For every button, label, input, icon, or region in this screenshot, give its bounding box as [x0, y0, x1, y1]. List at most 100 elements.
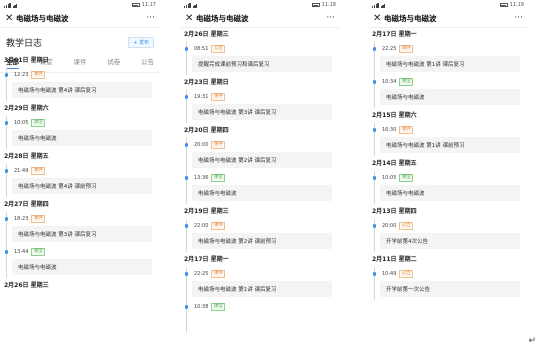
entry-type-badge: 课堂 — [399, 78, 414, 86]
entry-time-row: 16:30 课件 — [382, 126, 414, 134]
entry-card[interactable]: 电磁场与电磁波 第2讲 课后复习 — [192, 152, 332, 168]
entry-time: 13:44 — [14, 249, 29, 255]
title-bar: ✕ 电磁场与电磁波 ··· — [180, 10, 340, 28]
entry-time: 10:38 — [194, 304, 209, 310]
return-icon: ↵ — [528, 336, 536, 346]
tab-3[interactable]: 试卷 — [107, 56, 120, 69]
date-heading: 2月29日 星期六 — [4, 105, 49, 112]
timeline-dot — [184, 143, 188, 147]
entry-time: 16:30 — [382, 127, 397, 133]
entry-time: 21:49 — [14, 168, 29, 174]
entry-card[interactable]: 电磁场与电磁波 第1讲 课前预习 — [380, 137, 520, 153]
date-heading: 2月23日 星期日 — [184, 79, 229, 86]
entry-time-row: 13:36 课堂 — [194, 174, 226, 182]
entry-type-badge: 课件 — [211, 141, 226, 149]
entry-time: 22:00 — [194, 223, 209, 229]
status-time: 11:17 — [141, 2, 156, 8]
entry-card[interactable]: 电磁场与电磁波 第1讲 课后复习 — [192, 281, 332, 297]
tab-2[interactable]: 课件 — [74, 56, 87, 69]
entry-card[interactable]: 电磁场与电磁波 — [12, 130, 152, 146]
date-heading: 2月19日 星期三 — [184, 208, 229, 215]
entry-time: 19:31 — [194, 94, 209, 100]
entry-time: 10:49 — [382, 271, 397, 277]
entry-type-badge: 课件 — [31, 167, 46, 175]
signal-icon — [4, 2, 11, 8]
publish-button[interactable]: + 发布 — [128, 37, 154, 48]
status-right: 11:19 — [499, 2, 524, 8]
entry-time: 08:51 — [194, 46, 209, 52]
entry-card[interactable]: 提醒完成课前预习和课后复习 — [192, 56, 332, 72]
entry-card[interactable]: 电磁场与电磁波 第2讲 课前预习 — [192, 233, 332, 249]
entry-type-badge: 课堂 — [31, 248, 46, 256]
entry-card[interactable]: 开学前第一次公告 — [380, 281, 520, 297]
signal-icon — [184, 2, 191, 8]
entry-card[interactable]: 电磁场与电磁波 — [380, 89, 520, 105]
entry-time-row: 10:34 课堂 — [382, 78, 414, 86]
entry-time: 20:00 — [194, 142, 209, 148]
entry-type-badge: 公告 — [399, 222, 414, 230]
close-icon[interactable]: ✕ — [373, 13, 384, 24]
status-bar: 11:19 — [368, 0, 528, 10]
entry-time-row: 10:49 公告 — [382, 270, 414, 278]
entry-type-badge: 公告 — [211, 45, 226, 53]
timeline-dot — [372, 272, 376, 276]
timeline-dot — [184, 176, 188, 180]
date-heading: 2月26日 星期三 — [4, 282, 49, 289]
close-icon[interactable]: ✕ — [185, 13, 196, 24]
timeline-dot — [4, 169, 8, 173]
entry-time: 22:25 — [194, 271, 209, 277]
date-heading: 2月15日 星期六 — [372, 112, 417, 119]
date-heading: 2月13日 星期四 — [372, 208, 417, 215]
wifi-icon — [192, 3, 198, 8]
entry-type-badge: 课件 — [31, 215, 46, 223]
entry-time: 13:36 — [194, 175, 209, 181]
more-menu-icon[interactable]: ··· — [514, 14, 523, 23]
entry-time: 20:00 — [382, 223, 397, 229]
entry-type-badge: 课堂 — [399, 174, 414, 182]
entry-card[interactable]: 电磁场与电磁波 — [192, 185, 332, 201]
status-right: 11:17 — [131, 2, 156, 8]
tab-4[interactable]: 公告 — [141, 56, 154, 69]
timeline-dot — [372, 47, 376, 51]
close-icon[interactable]: ✕ — [5, 13, 16, 24]
date-heading: 2月20日 星期四 — [184, 127, 229, 134]
more-menu-icon[interactable]: ··· — [326, 14, 335, 23]
title-bar: ✕ 电磁场与电磁波 ··· — [368, 10, 528, 28]
window-title: 电磁场与电磁波 — [16, 14, 69, 23]
timeline-dot — [4, 73, 8, 77]
phone-screen-3: 11:19 ✕ 电磁场与电磁波 ··· 2月17日 星期一 22:25 课件 电磁场与电磁波 … — [368, 0, 528, 348]
entry-card[interactable]: 电磁场与电磁波 第4讲 课后复习 — [12, 82, 152, 98]
entry-type-badge: 课件 — [399, 126, 414, 134]
entry-type-badge: 课件 — [211, 270, 226, 278]
entry-time: 12:23 — [14, 72, 29, 78]
date-heading: 2月14日 星期五 — [372, 160, 417, 167]
entry-card[interactable]: 电磁场与电磁波 第3讲 课后复习 — [12, 226, 152, 242]
entry-card[interactable]: 电磁场与电磁波 — [12, 259, 152, 275]
date-heading: 2月11日 星期二 — [372, 256, 417, 263]
timeline-dot — [184, 224, 188, 228]
entry-time-row: 22:25 课件 — [382, 45, 414, 53]
more-menu-icon[interactable]: ··· — [146, 14, 155, 23]
entry-time-row: 10:05 课堂 — [14, 119, 46, 127]
timeline-dot — [372, 128, 376, 132]
wifi-icon — [380, 3, 386, 8]
entry-card[interactable]: 电磁场与电磁波 第1讲 课后复习 — [380, 56, 520, 72]
timeline-dot — [4, 250, 8, 254]
entry-time-row: 12:23 课件 — [14, 71, 46, 79]
entry-card[interactable]: 电磁场与电磁波 — [380, 185, 520, 201]
entry-time-row: 10:38 课堂 — [194, 303, 226, 311]
entry-type-badge: 课堂 — [211, 174, 226, 182]
window-title: 电磁场与电磁波 — [196, 14, 249, 23]
entry-card[interactable]: 电磁场与电磁波 第3讲 课后复习 — [192, 104, 332, 120]
entry-time-row: 20:00 课件 — [194, 141, 226, 149]
entry-type-badge: 课件 — [211, 222, 226, 230]
entry-time-row: 13:44 课堂 — [14, 248, 46, 256]
entry-type-badge: 课堂 — [211, 303, 226, 311]
entry-card[interactable]: 开学前第4次公告 — [380, 233, 520, 249]
entry-type-badge: 课堂 — [31, 119, 46, 127]
title-bar: ✕ 电磁场与电磁波 ··· — [0, 10, 160, 28]
entry-card[interactable]: 电磁场与电磁波 第4讲 课前预习 — [12, 178, 152, 194]
status-right: 11:18 — [311, 2, 336, 8]
timeline-dot — [372, 224, 376, 228]
window-title: 电磁场与电磁波 — [384, 14, 437, 23]
